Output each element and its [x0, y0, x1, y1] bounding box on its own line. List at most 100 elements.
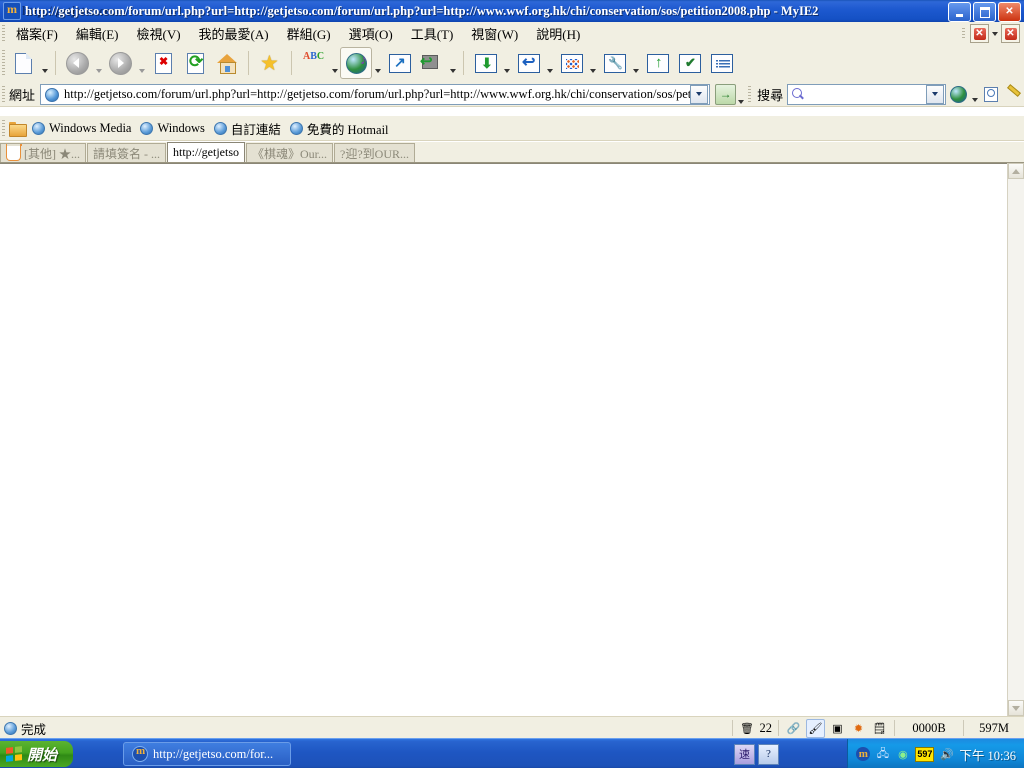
tray-clock[interactable]: 下午 10:36	[959, 745, 1016, 764]
folder-icon[interactable]	[9, 121, 27, 137]
network-tray-icon[interactable]: 🖧	[875, 747, 890, 762]
grid-button[interactable]	[555, 47, 587, 79]
ime-speed-button[interactable]: 速	[734, 743, 755, 765]
tab-signature[interactable]: 請填簽名 - ...	[87, 143, 166, 162]
back-dropdown[interactable]	[93, 43, 104, 84]
go-dropdown[interactable]	[736, 74, 746, 115]
download-dropdown[interactable]	[501, 43, 512, 84]
myie2-tray-icon[interactable]: m	[856, 747, 871, 761]
home-icon	[215, 51, 239, 75]
settings-gear-icon[interactable]: ✹	[850, 720, 867, 737]
list-button[interactable]	[705, 47, 737, 79]
undo-icon	[516, 51, 540, 75]
save-button[interactable]	[641, 47, 673, 79]
proxy-icon[interactable]: ▣	[829, 720, 846, 737]
new-page-dropdown[interactable]	[39, 43, 50, 84]
menu-favorites[interactable]: 我的最愛(A)	[190, 22, 278, 45]
tools-dropdown[interactable]	[630, 43, 641, 84]
favorites-button[interactable]: ★	[254, 47, 286, 79]
ime-help-button[interactable]: ?	[758, 743, 779, 765]
window-controls: ✕	[948, 2, 1021, 22]
tab-welcome-our[interactable]: ?迎?到OUR...	[334, 143, 416, 162]
maximize-button[interactable]	[973, 2, 996, 22]
stop-button[interactable]	[147, 47, 179, 79]
link-custom-links[interactable]: 自訂連結	[211, 118, 287, 139]
vertical-scrollbar[interactable]	[1007, 163, 1024, 716]
chevron-down-icon[interactable]	[992, 31, 998, 36]
close-tab-button[interactable]: ✕	[970, 24, 989, 43]
toolbar-separator	[248, 51, 249, 75]
back-button[interactable]	[61, 47, 93, 79]
close-window-menu-button[interactable]: ✕	[1001, 24, 1020, 43]
undo-dropdown[interactable]	[544, 43, 555, 84]
refresh-button[interactable]	[179, 47, 211, 79]
tab-hikaru[interactable]: 《棋魂》Our...	[246, 143, 334, 162]
forward-dropdown[interactable]	[136, 43, 147, 84]
scroll-up-button[interactable]	[1008, 163, 1024, 179]
search-dropdown-button[interactable]	[925, 84, 944, 104]
minimize-button[interactable]	[948, 2, 971, 22]
antivirus-tray-icon[interactable]: ◉	[895, 747, 910, 762]
memory-tray-icon[interactable]: 597	[915, 746, 935, 762]
menu-tools[interactable]: 工具(T)	[402, 22, 463, 45]
grid-dropdown[interactable]	[587, 43, 598, 84]
search-engine-dropdown[interactable]	[970, 78, 980, 110]
download-button[interactable]	[469, 47, 501, 79]
search-page-button[interactable]	[980, 82, 1002, 106]
links-bar-gripper[interactable]	[0, 116, 7, 140]
menu-file[interactable]: 檔案(F)	[7, 22, 67, 45]
close-tab-icon: ✕	[973, 27, 986, 40]
open-external-icon	[387, 51, 411, 75]
tab-label: ?迎?到OUR...	[340, 146, 410, 161]
link-windows-media[interactable]: Windows Media	[29, 120, 137, 137]
open-external-button[interactable]	[383, 47, 415, 79]
menu-edit[interactable]: 編輯(E)	[67, 22, 128, 45]
volume-tray-icon[interactable]: 🔊	[939, 747, 954, 762]
link-chain-icon[interactable]: 🔗	[785, 720, 802, 737]
search-engine-button[interactable]	[946, 81, 970, 107]
close-button[interactable]: ✕	[998, 2, 1021, 22]
taskbar-item-getjetso[interactable]: http://getjetso.com/for...	[123, 742, 292, 766]
menu-view[interactable]: 檢視(V)	[128, 22, 190, 45]
browser-mode-dropdown[interactable]	[372, 43, 383, 84]
start-button[interactable]: 開始	[0, 741, 74, 767]
home-button[interactable]	[211, 47, 243, 79]
address-dropdown-button[interactable]	[690, 84, 709, 104]
address-input[interactable]: http://getjetso.com/forum/url.php?url=ht…	[40, 83, 711, 105]
forward-button[interactable]	[104, 47, 136, 79]
address-bar-gripper[interactable]	[0, 82, 7, 106]
menu-help[interactable]: 說明(H)	[527, 22, 589, 45]
menu-group[interactable]: 群組(G)	[278, 22, 340, 45]
check-page-button[interactable]	[673, 47, 705, 79]
undo-button[interactable]	[512, 47, 544, 79]
brush-icon[interactable]: 🖌	[806, 718, 825, 738]
highlight-button[interactable]	[1002, 82, 1024, 106]
package-button[interactable]	[415, 47, 447, 79]
search-gripper[interactable]	[746, 83, 753, 105]
encoding-button[interactable]: ABC	[297, 47, 329, 79]
link-windows[interactable]: Windows	[137, 120, 210, 137]
menu-bar-gripper[interactable]	[0, 22, 7, 44]
encoding-dropdown[interactable]	[329, 43, 340, 84]
scroll-down-button[interactable]	[1008, 700, 1024, 716]
menu-options[interactable]: 選項(O)	[340, 22, 402, 45]
tab-other[interactable]: [其他] ★...	[0, 143, 86, 162]
menu-window[interactable]: 視窗(W)	[462, 22, 527, 45]
tools-button[interactable]	[598, 47, 630, 79]
go-button[interactable]	[715, 83, 737, 105]
trash-icon[interactable]: 🗑	[739, 720, 756, 737]
link-free-hotmail[interactable]: 免費的 Hotmail	[287, 118, 395, 139]
tab-getjetso[interactable]: http://getjetso	[167, 142, 245, 162]
back-arrow-icon	[65, 51, 89, 75]
browser-mode-button[interactable]: ♪	[340, 47, 372, 79]
new-page-button[interactable]	[7, 47, 39, 79]
search-input[interactable]	[787, 83, 946, 105]
search-icon	[790, 87, 805, 102]
edit-page-icon[interactable]: 🗒	[871, 720, 888, 737]
package-dropdown[interactable]	[447, 43, 458, 84]
link-label: Windows Media	[49, 120, 132, 135]
toolbar-gripper[interactable]	[0, 44, 7, 82]
page-content[interactable]	[0, 163, 1008, 716]
menu-right-gripper[interactable]	[960, 25, 967, 42]
search-field[interactable]	[807, 85, 926, 103]
